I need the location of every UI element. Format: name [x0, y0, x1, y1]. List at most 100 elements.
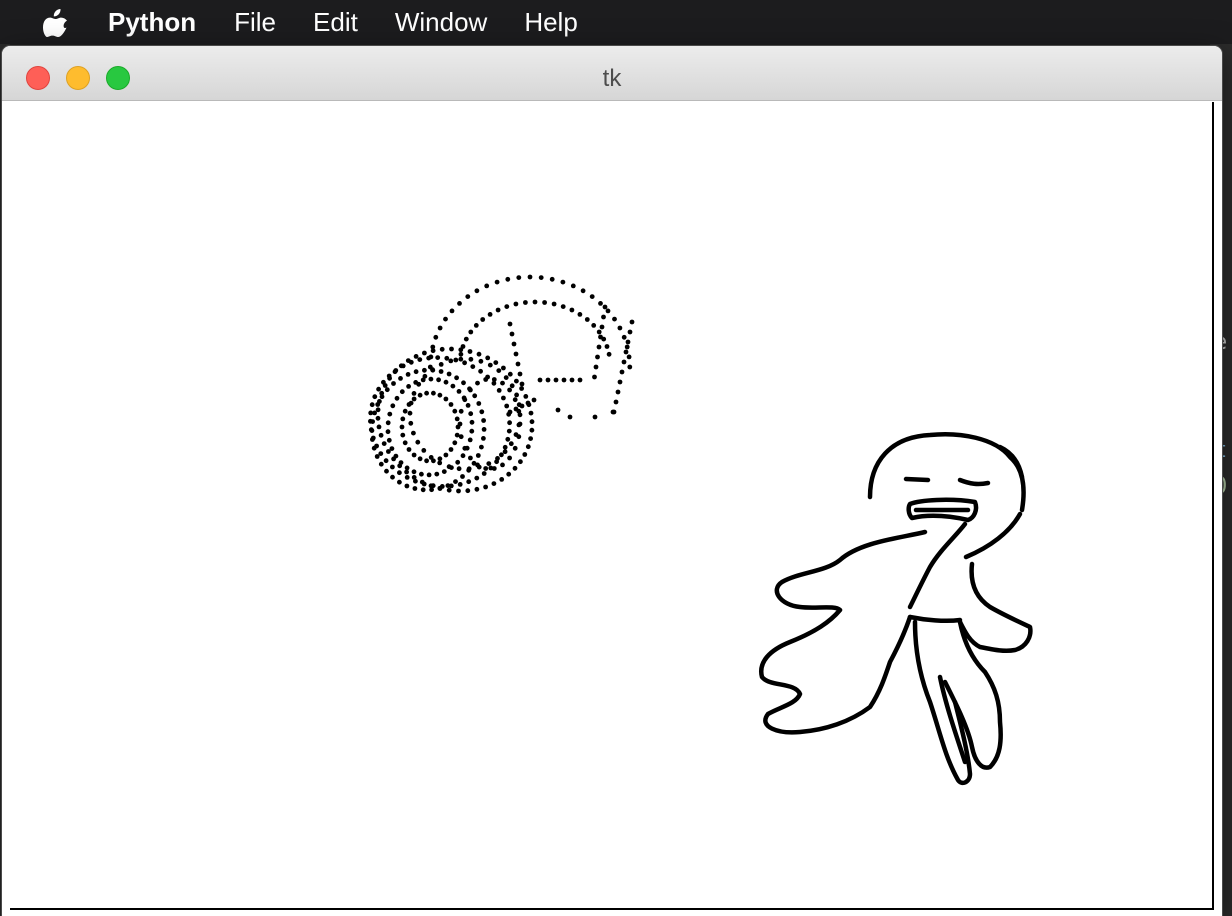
sketch-dot — [479, 409, 485, 415]
sketch-dot — [474, 486, 480, 492]
sketch-dot — [458, 408, 464, 414]
sketch-dot — [532, 299, 538, 305]
sketch-dot — [483, 466, 489, 471]
sketch-dot — [612, 316, 617, 322]
sketch-dot — [387, 375, 392, 381]
sketch-dot — [444, 355, 450, 361]
sketch-dot — [507, 455, 512, 461]
sketch-dot — [416, 381, 422, 387]
sketch-dot — [386, 449, 391, 454]
sketch-dot — [507, 387, 512, 393]
sketch-dot — [376, 386, 381, 392]
sketch-dot — [519, 386, 524, 391]
sketch-dot — [397, 463, 403, 469]
sketch-dot — [596, 329, 602, 335]
sketch-dot — [460, 453, 466, 459]
sketch-dot — [385, 420, 391, 426]
sketch-dot — [385, 429, 391, 435]
sketch-dot — [417, 392, 423, 398]
sketch-dot — [443, 379, 449, 385]
sketch-dot — [509, 383, 515, 389]
apple-logo-icon[interactable] — [40, 6, 70, 38]
sketch-dot — [390, 403, 396, 409]
sketch-dot — [438, 362, 444, 367]
sketch-dot — [462, 397, 468, 403]
sketch-dot — [465, 294, 471, 299]
sketch-dot — [626, 354, 632, 360]
sketch-dot — [428, 483, 434, 489]
menu-edit[interactable]: Edit — [313, 0, 358, 44]
sketch-dot — [441, 469, 447, 474]
sketch-dot — [422, 373, 428, 379]
sketch-dot — [542, 300, 547, 305]
sketch-dot — [499, 452, 504, 458]
menu-file[interactable]: File — [234, 0, 276, 44]
sketch-dot — [491, 377, 497, 382]
figure-right-arm — [957, 561, 1033, 654]
maximize-button[interactable] — [106, 66, 130, 90]
sketch-dot — [437, 325, 443, 331]
sketch-dot — [452, 440, 458, 446]
sketch-dot — [507, 321, 513, 327]
sketch-dot — [474, 475, 480, 481]
minimize-button[interactable] — [66, 66, 90, 90]
sketch-dot — [421, 448, 427, 453]
sketch-dot — [584, 317, 590, 322]
sketch-dot — [392, 369, 398, 375]
sketch-dot — [448, 483, 454, 489]
sketch-dot — [417, 456, 423, 462]
sketch-dot — [483, 484, 488, 490]
sketch-dot — [509, 331, 515, 337]
sketch-dot — [411, 469, 417, 475]
menu-help[interactable]: Help — [524, 0, 577, 44]
menu-window[interactable]: Window — [395, 0, 487, 44]
close-button[interactable] — [26, 66, 50, 90]
sketch-dot — [515, 361, 521, 367]
sketch-dot — [405, 358, 411, 363]
sketch-dot — [460, 474, 465, 479]
sketch-dot — [522, 452, 528, 457]
sketch-dot — [422, 367, 427, 373]
sketch-dot — [368, 410, 374, 416]
sketch-dot — [378, 461, 384, 467]
sketch-dot — [450, 383, 456, 389]
sketch-dot — [484, 283, 490, 289]
sketch-dot — [481, 427, 487, 432]
sketch-dot — [408, 400, 414, 406]
sketch-dot — [519, 381, 525, 387]
sketch-dot — [399, 389, 405, 395]
sketch-dot — [473, 323, 479, 328]
figure-left-sleeve — [759, 529, 928, 735]
sketch-dot — [455, 459, 461, 465]
sketch-dot — [475, 453, 481, 458]
sketch-dot — [394, 395, 400, 401]
sketch-dot — [551, 301, 557, 307]
sketch-dot — [378, 451, 384, 456]
sketch-dot — [453, 357, 459, 363]
sketch-dot — [378, 432, 384, 438]
sketch-dot — [465, 403, 471, 408]
sketch-dot — [615, 389, 621, 395]
menu-app-python[interactable]: Python — [108, 0, 196, 44]
sketch-dot — [513, 406, 519, 412]
sketch-dot — [426, 472, 432, 478]
sketch-dot — [387, 411, 393, 417]
sketch-dot — [437, 460, 443, 466]
sketch-dot — [486, 461, 492, 466]
drawing-canvas[interactable] — [10, 102, 1214, 910]
menu-bar: Python File Edit Window Help — [0, 0, 1232, 44]
sketch-dot — [402, 408, 408, 414]
sketch-dot — [512, 397, 518, 403]
sketch-dot — [468, 455, 473, 461]
figure-right-eye — [957, 477, 991, 487]
sketch-dot — [405, 372, 411, 377]
title-bar[interactable]: tk — [2, 46, 1222, 101]
sketch-dot — [500, 380, 505, 386]
sketch-dot — [448, 447, 454, 452]
sketch-dot — [458, 356, 464, 362]
sketch-dot — [374, 443, 379, 449]
sketch-dot — [598, 301, 603, 306]
sketch-dot — [508, 441, 514, 447]
sketch-dot — [411, 391, 417, 396]
sketch-dot — [368, 418, 373, 424]
